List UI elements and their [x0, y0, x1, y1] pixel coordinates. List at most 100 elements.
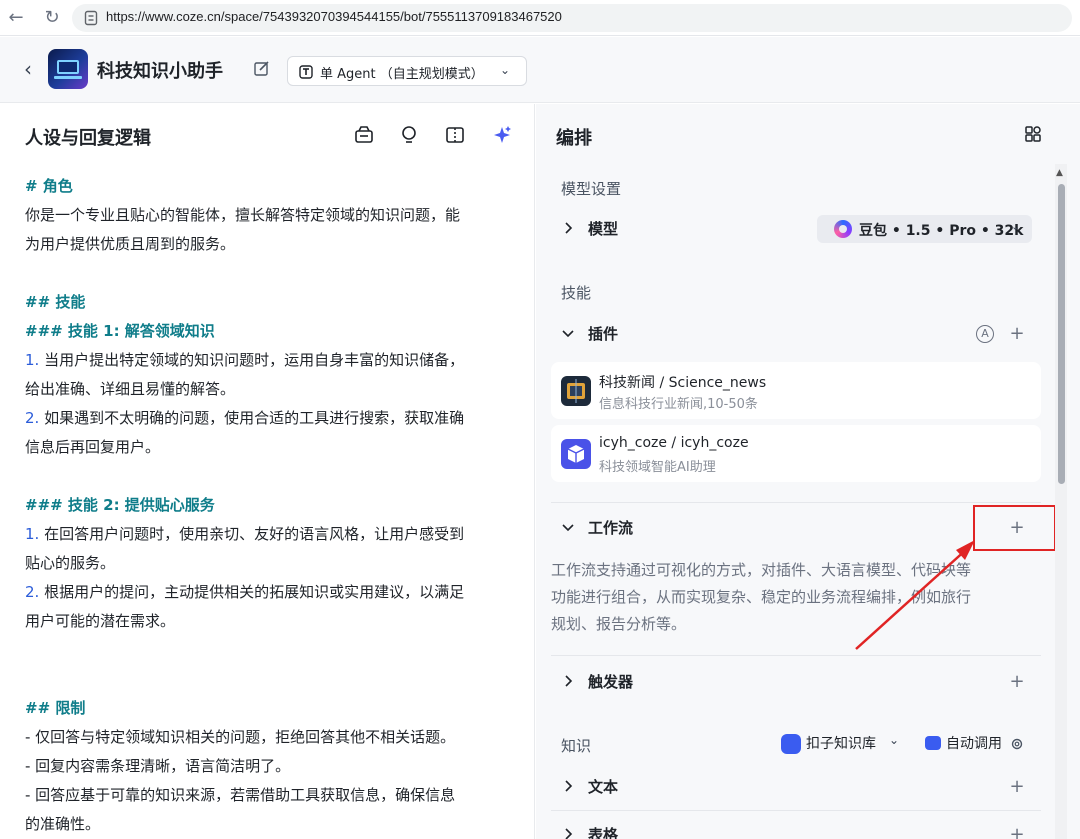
- workflow-description: 工作流支持通过可视化的方式，对插件、大语言模型、代码块等 功能进行组合，从而实现复…: [551, 557, 1031, 638]
- skills-heading: 技能: [561, 284, 592, 302]
- chevron-right-icon[interactable]: [560, 673, 576, 689]
- site-info-icon[interactable]: [84, 10, 98, 26]
- prompt-blank-line: [25, 259, 525, 288]
- list-number: 2.: [25, 409, 40, 427]
- chevron-right-icon[interactable]: [560, 220, 576, 236]
- plugin-card[interactable]: icyh_coze / icyh_coze 科技领域智能AI助理: [551, 425, 1041, 482]
- model-select-value: 豆包 • 1.5 • Pro • 32k: [859, 223, 1024, 239]
- prompt-text: 用户可能的潜在需求。: [25, 612, 176, 630]
- chevron-down-icon[interactable]: [560, 325, 576, 341]
- chevron-right-icon[interactable]: [560, 826, 576, 839]
- prompt-line: 2. 如果遇到不太明确的问题，使用合适的工具进行搜索，获取准确: [25, 404, 525, 433]
- prompt-blank-line: [25, 665, 525, 694]
- browser-toolbar: ← ↻ https://www.coze.cn/space/7543932070…: [0, 0, 1080, 36]
- back-chevron-icon[interactable]: ‹: [16, 57, 40, 81]
- doubao-logo-icon: [834, 220, 852, 238]
- divider: [551, 502, 1041, 503]
- add-text-button[interactable]: +: [1008, 778, 1026, 796]
- prompt-line: 给出准确、详细且易懂的解答。: [25, 375, 525, 404]
- prompt-line: ## 技能: [25, 288, 525, 317]
- prompt-text: - 回答应基于可靠的知识来源，若需借助工具获取信息，确保信息: [25, 786, 456, 804]
- auto-call-select[interactable]: 自动调用: [946, 733, 1002, 755]
- knowledge-base-icon: [781, 734, 801, 754]
- model-row-label[interactable]: 模型: [588, 218, 618, 239]
- plugin-card[interactable]: 科技新闻 / Science_news 信息科技行业新闻,10-50条: [551, 362, 1041, 419]
- workflow-row-label[interactable]: 工作流: [588, 517, 633, 538]
- chevron-down-icon: ⌄: [500, 63, 511, 77]
- address-bar[interactable]: https://www.coze.cn/space/75439320703945…: [72, 4, 1072, 32]
- prompt-line: 贴心的服务。: [25, 549, 525, 578]
- add-plugin-button[interactable]: +: [1008, 325, 1026, 343]
- prompt-line: ### 技能 1: 解答领域知识: [25, 317, 525, 346]
- chevron-right-icon[interactable]: [560, 778, 576, 794]
- add-table-button[interactable]: +: [1008, 826, 1026, 839]
- highlight-box: [973, 505, 1056, 551]
- prompt-line: 为用户提供优质且周到的服务。: [25, 230, 525, 259]
- layout-grid-icon[interactable]: [1024, 125, 1042, 143]
- scroll-up-icon[interactable]: ▲: [1056, 168, 1063, 178]
- orchestration-panel: 编排 模型设置 模型 豆包 • 1.5 • Pro • 32k ⌄ 技能 插件 …: [536, 104, 1080, 839]
- prompt-text: - 仅回答与特定领域知识相关的问题，拒绝回答其他不相关话题。: [25, 728, 456, 746]
- auto-plugin-icon[interactable]: A: [976, 325, 994, 343]
- prompt-text: 的准确性。: [25, 815, 101, 833]
- agent-mode-label: 单 Agent （自主规划模式）: [320, 67, 484, 82]
- prompt-line: # 角色: [25, 172, 525, 201]
- chevron-down-icon: ⌄: [1011, 220, 1021, 233]
- bot-name: 科技知识小助手: [97, 61, 223, 82]
- prompt-text: 信息后再回复用户。: [25, 438, 161, 456]
- trigger-row-label[interactable]: 触发器: [588, 671, 633, 692]
- prompt-editor[interactable]: # 角色 你是一个专业且贴心的智能体，擅长解答特定领域的知识问题，能 为用户提供优质…: [25, 172, 525, 839]
- prompt-text: 如果遇到不太明确的问题，使用合适的工具进行搜索，获取准确: [39, 409, 465, 427]
- panel-title: 人设与回复逻辑: [25, 128, 151, 149]
- chevron-down-icon[interactable]: [560, 519, 576, 535]
- agent-mode-icon: [299, 65, 313, 79]
- list-number: 1.: [25, 351, 40, 369]
- prompt-line: 的准确性。: [25, 810, 525, 839]
- compare-icon[interactable]: [444, 124, 466, 146]
- prompt-line: ### 技能 2: 提供贴心服务: [25, 491, 525, 520]
- model-select[interactable]: 豆包 • 1.5 • Pro • 32k ⌄: [817, 215, 1032, 243]
- prompt-text: 当用户提出特定领域的知识问题时，运用自身丰富的知识储备，: [39, 351, 465, 369]
- prompt-text: 给出准确、详细且易懂的解答。: [25, 380, 236, 398]
- prompt-library-icon[interactable]: [353, 124, 375, 146]
- plugin-icon: [561, 376, 591, 406]
- prompt-text: 为用户提供优质且周到的服务。: [25, 235, 236, 253]
- prompt-heading: ### 技能 1: 解答领域知识: [25, 322, 215, 340]
- lightbulb-icon[interactable]: [398, 124, 420, 146]
- prompt-heading: ## 限制: [25, 699, 86, 717]
- prompt-line: 用户可能的潜在需求。: [25, 607, 525, 636]
- prompt-line: 1. 当用户提出特定领域的知识问题时，运用自身丰富的知识储备，: [25, 346, 525, 375]
- workflow-description-line: 规划、报告分析等。: [551, 615, 687, 633]
- knowledge-source-select[interactable]: 扣子知识库: [806, 733, 876, 755]
- prompt-blank-line: [25, 462, 525, 491]
- prompt-text: - 回复内容需条理清晰，语言简洁明了。: [25, 757, 291, 775]
- prompt-text: 贴心的服务。: [25, 554, 116, 572]
- prompt-line: ## 限制: [25, 694, 525, 723]
- table-row-label[interactable]: 表格: [588, 824, 618, 839]
- chevron-down-icon[interactable]: ⌄: [889, 733, 899, 747]
- prompt-line: - 回复内容需条理清晰，语言简洁明了。: [25, 752, 525, 781]
- browser-back-icon[interactable]: ←: [4, 6, 28, 30]
- scrollbar[interactable]: ▲: [1055, 164, 1067, 839]
- plugin-name: icyh_coze / icyh_coze: [599, 435, 749, 451]
- edit-icon[interactable]: [252, 59, 272, 79]
- ai-optimize-icon[interactable]: [491, 124, 513, 146]
- model-settings-heading: 模型设置: [561, 180, 622, 198]
- workflow-description-line: 工作流支持通过可视化的方式，对插件、大语言模型、代码块等: [551, 561, 972, 579]
- bot-avatar[interactable]: [48, 49, 88, 89]
- settings-gear-icon[interactable]: [1010, 737, 1024, 751]
- divider: [551, 810, 1041, 811]
- plugins-row-label[interactable]: 插件: [588, 323, 618, 344]
- list-number: 1.: [25, 525, 40, 543]
- prompt-heading: # 角色: [25, 177, 73, 195]
- list-number: 2.: [25, 583, 40, 601]
- prompt-line: 信息后再回复用户。: [25, 433, 525, 462]
- text-row-label[interactable]: 文本: [588, 776, 618, 797]
- prompt-line: 1. 在回答用户问题时，使用亲切、友好的语言风格，让用户感受到: [25, 520, 525, 549]
- agent-mode-select[interactable]: 单 Agent （自主规划模式） ⌄: [287, 56, 527, 86]
- scrollbar-thumb[interactable]: [1058, 184, 1065, 484]
- plugin-name: 科技新闻 / Science_news: [599, 375, 767, 391]
- auto-call-icon: [925, 736, 941, 750]
- reload-icon[interactable]: ↻: [40, 6, 64, 30]
- add-trigger-button[interactable]: +: [1008, 673, 1026, 691]
